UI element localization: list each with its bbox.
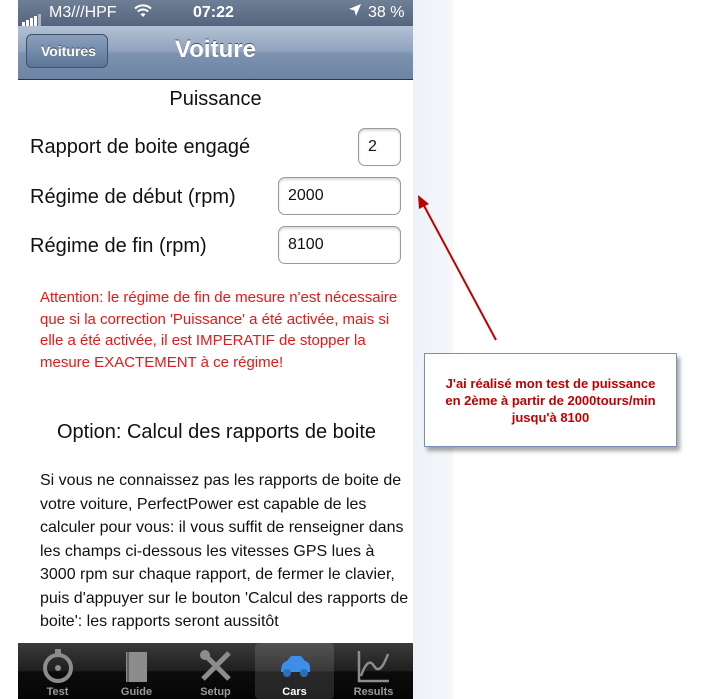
option-description: Si vous ne connaissez pas les rapports d… xyxy=(40,472,409,630)
tools-icon xyxy=(200,650,231,681)
stopwatch-icon xyxy=(43,649,73,683)
end-rpm-input[interactable]: 8100 xyxy=(278,226,401,264)
annotation-line-3: jusqu'à 8100 xyxy=(511,410,590,425)
annotation-callout: J'ai réalisé mon test de puissance en 2è… xyxy=(424,353,677,447)
tab-setup-label: Setup xyxy=(200,686,231,698)
car-icon xyxy=(281,656,311,677)
option-title: Option: Calcul des rapports de boite xyxy=(56,421,377,443)
navigation-bar: Voitures Voiture xyxy=(18,26,413,80)
status-bar: M3///HPF 07:22 38 % xyxy=(18,0,413,26)
book-icon xyxy=(126,652,147,682)
wifi-icon xyxy=(134,4,152,23)
phone-screen: M3///HPF 07:22 38 % Voitures Voiture Pui… xyxy=(18,0,413,699)
tab-test[interactable]: Test xyxy=(18,643,97,699)
signal-icon xyxy=(22,8,42,26)
tab-cars-label: Cars xyxy=(282,686,307,698)
tab-results[interactable]: Results xyxy=(334,643,413,699)
warning-text: Attention: le régime de fin de mesure n'… xyxy=(40,289,398,371)
start-rpm-input[interactable]: 2000 xyxy=(278,177,401,215)
gear-label: Rapport de boite engagé xyxy=(30,136,251,158)
tab-results-label: Results xyxy=(353,686,394,698)
tab-cars[interactable]: Cars xyxy=(255,643,334,699)
background-strip xyxy=(413,0,453,699)
tab-setup[interactable]: Setup xyxy=(176,643,255,699)
location-icon xyxy=(348,3,362,21)
annotation-line-1: J'ai réalisé mon test de puissance xyxy=(445,376,656,391)
start-rpm-label: Régime de début (rpm) xyxy=(30,186,236,208)
chart-icon xyxy=(357,651,390,683)
tab-guide[interactable]: Guide xyxy=(97,643,176,699)
end-rpm-label: Régime de fin (rpm) xyxy=(30,235,207,257)
gear-input[interactable]: 2 xyxy=(358,128,401,166)
section-title-puissance: Puissance xyxy=(169,88,262,110)
annotation-line-2: en 2ème à partir de 2000tours/min xyxy=(445,393,656,408)
carrier-name: M3///HPF xyxy=(49,4,117,21)
content-area[interactable]: Puissance Rapport de boite engagé 2 Régi… xyxy=(18,80,413,643)
battery-percent: 38 % xyxy=(368,4,405,21)
tab-bar: Test Guide Setup Cars Results xyxy=(18,643,413,699)
tab-guide-label: Guide xyxy=(120,686,153,698)
tab-test-label: Test xyxy=(46,686,69,698)
status-time: 07:22 xyxy=(193,4,234,21)
page-title: Voiture xyxy=(175,36,256,63)
